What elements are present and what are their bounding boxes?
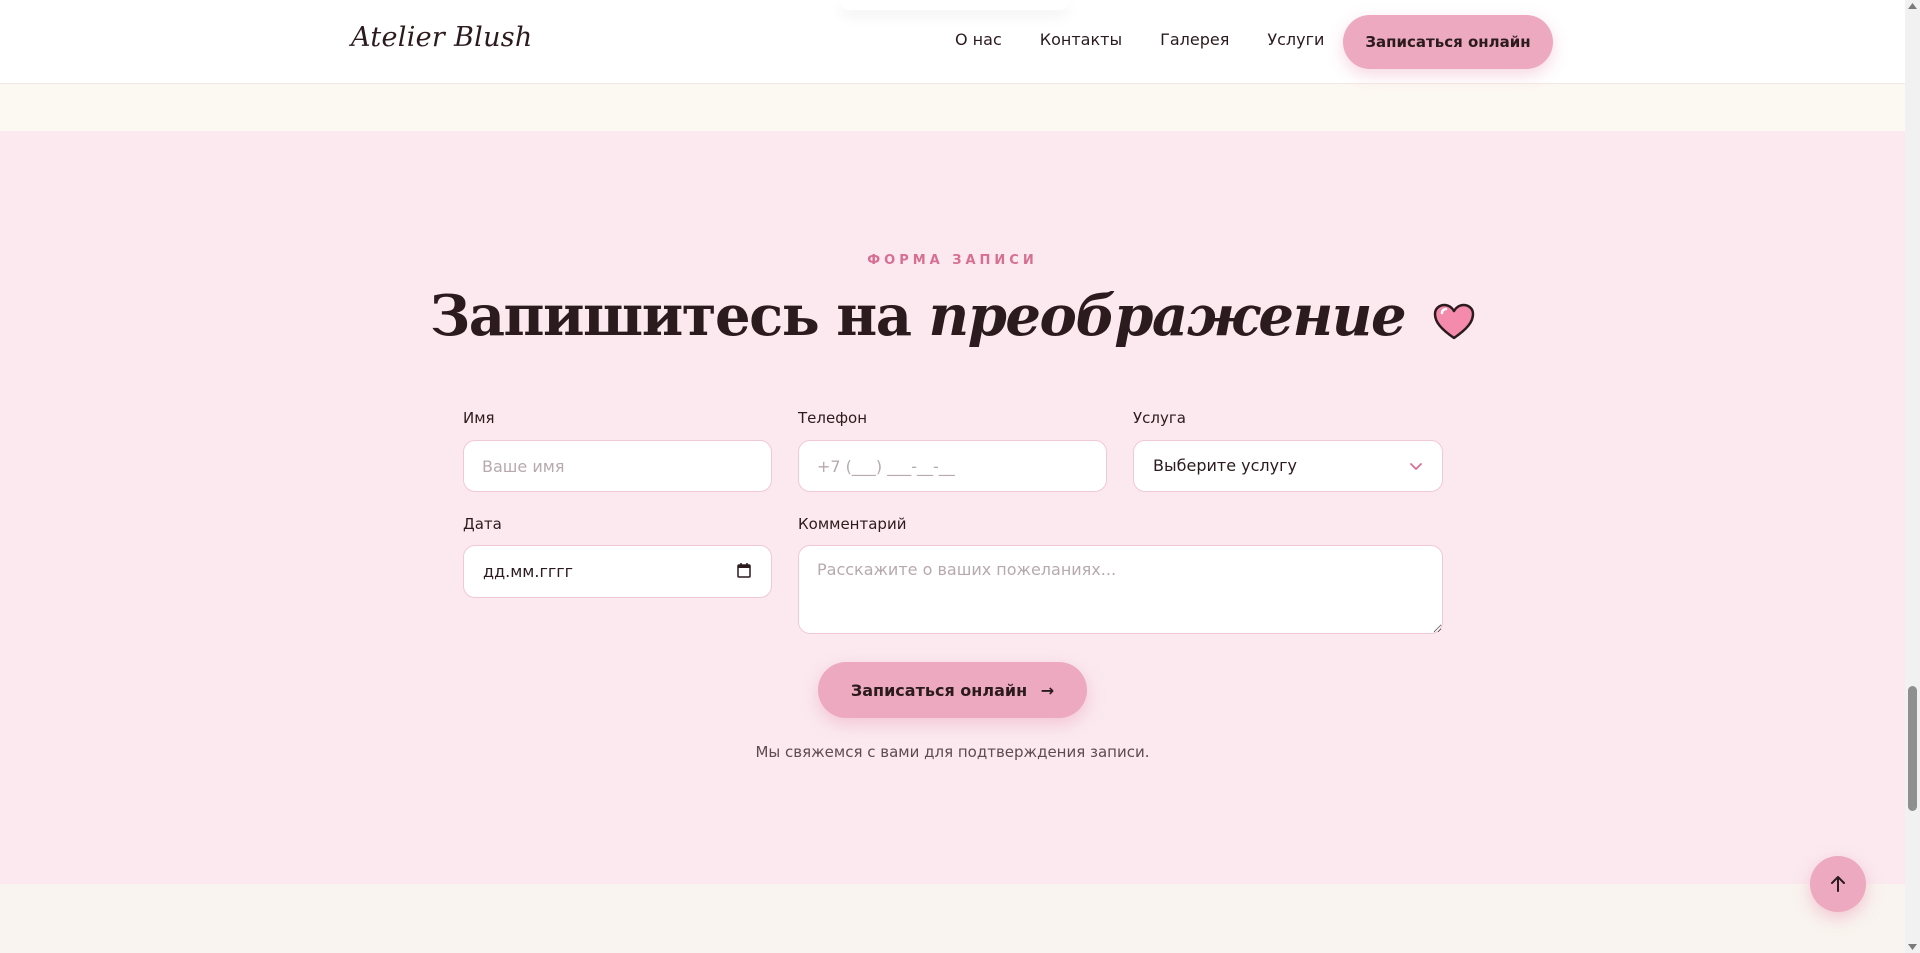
confirmation-note: Мы свяжемся с вами для подтверждения зап… — [755, 743, 1150, 761]
nav-about[interactable]: О нас — [955, 30, 1002, 49]
chevron-down-icon — [1408, 458, 1424, 478]
calendar-icon[interactable] — [737, 562, 751, 582]
nav-gallery[interactable]: Галерея — [1160, 30, 1229, 49]
name-label: Имя — [463, 409, 495, 427]
scroll-up-icon[interactable] — [1908, 3, 1917, 9]
name-input[interactable] — [463, 440, 772, 492]
comment-textarea[interactable] — [798, 545, 1443, 634]
nav-contacts[interactable]: Контакты — [1040, 30, 1122, 49]
date-input-value: дд.мм.гггг — [483, 562, 574, 581]
date-input[interactable]: дд.мм.гггг — [463, 545, 772, 598]
nav-services[interactable]: Услуги — [1267, 30, 1324, 49]
logo[interactable]: Atelier Blush — [351, 22, 533, 53]
date-label: Дата — [463, 515, 502, 533]
main-nav: О нас Контакты Галерея Услуги — [955, 30, 1362, 49]
booking-section: ФОРМА ЗАПИСИ Запишитесь на преображение … — [0, 131, 1905, 884]
section-divider-top — [0, 84, 1905, 131]
site-header: Atelier Blush О нас Контакты Галерея Усл… — [0, 0, 1905, 84]
section-title: Запишитесь на преображение — [0, 283, 1905, 355]
scroll-down-icon[interactable] — [1908, 944, 1917, 950]
arrow-up-icon — [1831, 876, 1845, 892]
arrow-right-icon: → — [1040, 680, 1055, 700]
page-scrollbar[interactable] — [1905, 0, 1920, 953]
service-select[interactable]: Выберите услугу — [1133, 440, 1443, 492]
scrollbar-thumb[interactable] — [1908, 686, 1917, 811]
title-plain: Запишитесь на — [429, 283, 912, 349]
phone-label: Телефон — [798, 409, 868, 427]
service-label: Услуга — [1133, 409, 1186, 427]
title-italic: преображение — [928, 283, 1406, 349]
service-select-value: Выберите услугу — [1153, 456, 1297, 475]
submit-label: Записаться онлайн — [850, 680, 1028, 700]
section-eyebrow: ФОРМА ЗАПИСИ — [867, 253, 1038, 268]
comment-label: Комментарий — [798, 515, 907, 533]
phone-input[interactable] — [798, 440, 1107, 492]
heart-icon — [1433, 289, 1475, 355]
header-book-button[interactable]: Записаться онлайн — [1343, 15, 1553, 69]
submit-booking-button[interactable]: Записаться онлайн → — [818, 662, 1087, 718]
section-divider-bottom — [0, 884, 1905, 953]
header-shadow — [840, 0, 1070, 10]
back-to-top-button[interactable] — [1810, 856, 1866, 912]
